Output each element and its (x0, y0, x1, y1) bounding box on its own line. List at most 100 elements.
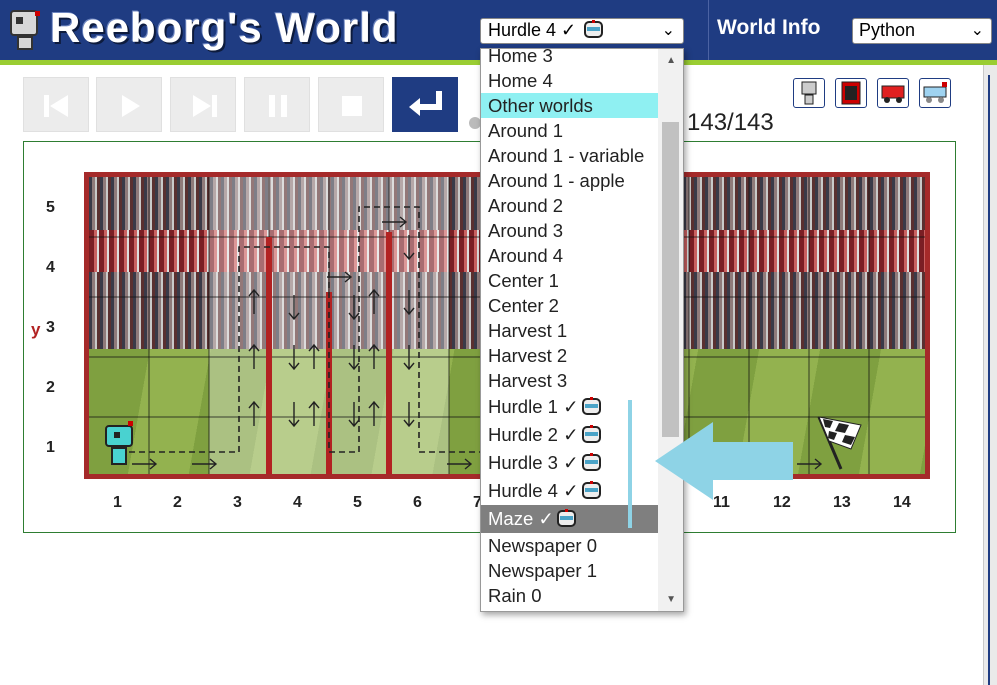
chevron-down-icon: ⌄ (661, 22, 675, 39)
x-tick-label: 14 (893, 494, 911, 511)
tray-icon (923, 82, 947, 103)
dropdown-option[interactable]: Hurdle 3 ✓ (481, 449, 659, 477)
x-tick-label: 1 (113, 494, 122, 511)
dropdown-option[interactable]: Harvest 3 (481, 368, 659, 393)
dropdown-option[interactable]: Hurdle 1 ✓ (481, 393, 659, 421)
dropdown-option-label: Harvest 3 (488, 370, 568, 391)
dropdown-option[interactable]: Harvest 1 (481, 318, 659, 343)
right-panel-edge (983, 65, 997, 685)
wall-segment (266, 237, 272, 474)
dropdown-option-label: Home 3 (488, 48, 553, 66)
skip-forward-icon (193, 95, 217, 117)
stop-icon (342, 96, 362, 116)
world-select-value: Hurdle 4 ✓ (488, 20, 577, 40)
pause-button[interactable] (244, 77, 310, 132)
film-button[interactable] (835, 78, 867, 108)
language-select-value: Python (859, 20, 916, 40)
reverse-step-button[interactable] (23, 77, 89, 132)
finish-flag-icon (817, 416, 862, 470)
dropdown-option-label: Maze ✓ (488, 508, 554, 529)
dropdown-option[interactable]: Rain 0 (481, 583, 659, 608)
world-dropdown-list[interactable]: Home 3 Home 4 Other worlds Around 1 Around 1… (480, 48, 684, 612)
x-tick-label: 13 (833, 494, 851, 511)
direction-arrow (368, 288, 380, 314)
dropdown-option-label: Around 2 (488, 195, 564, 216)
tray-button[interactable] (919, 78, 951, 108)
dropdown-option-label: Around 1 (488, 120, 564, 141)
scroll-down-icon[interactable]: ▼ (666, 594, 676, 605)
direction-arrow (368, 400, 380, 426)
app-title: Reeborg's World (50, 4, 399, 51)
language-select[interactable]: Python ⌄ (852, 18, 992, 44)
dropdown-option[interactable]: Around 4 (481, 243, 659, 268)
dropdown-option[interactable]: Home 4 (481, 68, 659, 93)
reeborg-robot-icon (105, 421, 133, 465)
car-button[interactable] (877, 78, 909, 108)
chevron-down-icon: ⌄ (970, 22, 984, 39)
direction-arrow (403, 290, 415, 316)
y-tick-label: 5 (46, 199, 55, 216)
dropdown-option-label: Hurdle 1 ✓ (488, 396, 579, 417)
dropdown-option-label: Harvest 1 (488, 320, 568, 341)
x-tick-label: 4 (293, 494, 302, 511)
dropdown-option[interactable]: Center 2 (481, 293, 659, 318)
dropdown-option[interactable]: Rain 1 (481, 608, 659, 611)
direction-arrow (348, 402, 360, 428)
skip-back-icon (44, 95, 68, 117)
run-button[interactable] (96, 77, 162, 132)
dropdown-option[interactable]: Hurdle 4 ✓ (481, 477, 659, 505)
dropdown-option[interactable]: Harvest 2 (481, 343, 659, 368)
world-select[interactable]: Hurdle 4 ✓ ⌄ (480, 18, 684, 44)
scroll-up-icon[interactable]: ▲ (666, 55, 676, 66)
reload-button[interactable] (392, 77, 458, 132)
car-icon (881, 85, 905, 103)
dropdown-option[interactable]: Newspaper 1 (481, 558, 659, 583)
x-tick-label: 5 (353, 494, 362, 511)
direction-arrow (248, 288, 260, 314)
robot-face-icon (581, 425, 601, 443)
dropdown-option[interactable]: Around 1 - apple (481, 168, 659, 193)
robot-icon (801, 81, 817, 105)
dropdown-option[interactable]: Newspaper 0 (481, 533, 659, 558)
robot-logo-icon (10, 10, 40, 50)
dropdown-option-label: Center 1 (488, 270, 559, 291)
dropdown-option-label: Hurdle 2 ✓ (488, 424, 579, 445)
dropdown-option[interactable]: Around 1 (481, 118, 659, 143)
robot-face-icon (581, 397, 601, 415)
direction-arrow (403, 402, 415, 428)
dropdown-option-label: Around 4 (488, 245, 564, 266)
scrollbar-thumb[interactable] (662, 122, 679, 437)
direction-arrow (447, 458, 473, 470)
robot-face-icon (581, 481, 601, 499)
direction-arrow (308, 400, 320, 426)
dropdown-option[interactable]: Other worlds (481, 93, 659, 118)
return-arrow-icon (409, 91, 442, 116)
dropdown-option[interactable]: Around 3 (481, 218, 659, 243)
pointer-arrow-icon (655, 422, 793, 500)
direction-arrow (192, 458, 218, 470)
dropdown-option-label: Newspaper 1 (488, 560, 598, 581)
y-axis-label: y (31, 320, 41, 339)
dropdown-option[interactable]: Around 1 - variable (481, 143, 659, 168)
dropdown-option-label: Newspaper 0 (488, 535, 598, 556)
dropdown-option[interactable]: Around 2 (481, 193, 659, 218)
wall-segment (386, 232, 392, 474)
play-icon (122, 95, 140, 117)
step-button[interactable] (170, 77, 236, 132)
direction-arrow (288, 295, 300, 321)
y-tick-label: 2 (46, 379, 55, 396)
y-tick-label: 1 (46, 439, 55, 456)
dropdown-option[interactable]: Home 3 (481, 48, 659, 68)
direction-arrow (403, 235, 415, 261)
edit-robot-button[interactable] (793, 78, 825, 108)
dropdown-option[interactable]: Center 1 (481, 268, 659, 293)
dropdown-option[interactable]: Hurdle 2 ✓ (481, 421, 659, 449)
direction-arrow (327, 271, 353, 283)
dropdown-scrollbar[interactable]: ▲ ▼ (658, 49, 683, 611)
stop-button[interactable] (318, 77, 384, 132)
dropdown-option-label: Harvest 2 (488, 345, 568, 366)
dropdown-option-label: Other worlds (488, 95, 593, 116)
dropdown-option[interactable]: Maze ✓ (481, 505, 659, 533)
x-tick-label: 2 (173, 494, 182, 511)
world-info-button[interactable]: World Info (717, 16, 820, 40)
